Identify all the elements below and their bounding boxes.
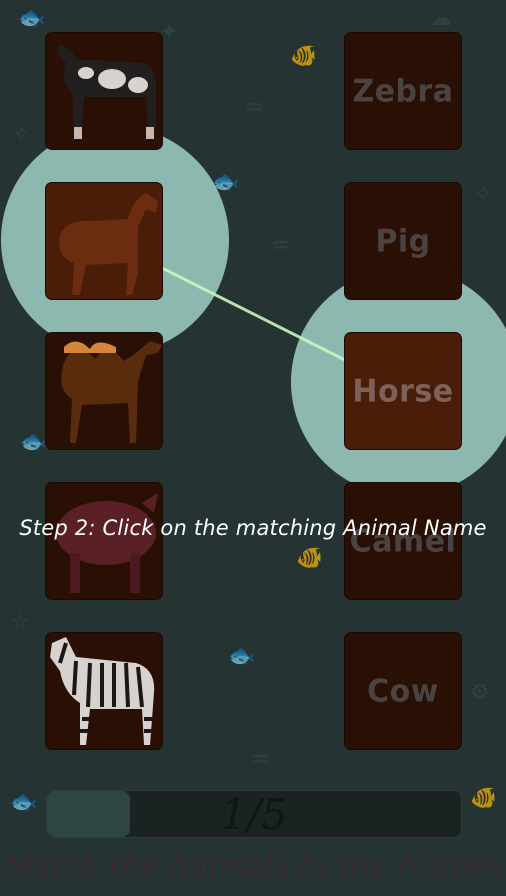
progress-bar: 1/5 [46, 790, 462, 838]
animal-card-pig[interactable] [46, 483, 162, 599]
name-card-label: Horse [352, 372, 454, 410]
animal-card-camel[interactable] [46, 333, 162, 449]
name-card-zebra[interactable]: Zebra [345, 33, 461, 149]
name-card-label: Zebra [352, 72, 454, 110]
horse-icon [59, 193, 158, 295]
name-card-label: Pig [375, 222, 431, 260]
name-card-camel[interactable]: Camel [345, 483, 461, 599]
name-card-horse[interactable]: Horse [345, 333, 461, 449]
animal-card-zebra[interactable] [46, 633, 162, 749]
name-card-pig[interactable]: Pig [345, 183, 461, 299]
game-title: Match the Animals to the Names [2, 848, 504, 883]
pig-icon [56, 493, 158, 593]
animal-card-horse[interactable] [46, 183, 162, 299]
cow-icon [58, 45, 156, 139]
camel-icon [61, 341, 162, 443]
zebra-icon [50, 637, 155, 745]
progress-text: 1/5 [220, 790, 288, 838]
name-card-label: Cow [367, 672, 439, 710]
name-card-cow[interactable]: Cow [345, 633, 461, 749]
tutorial-instruction: Step 2: Click on the matching Animal Nam… [19, 516, 487, 540]
animal-card-cow[interactable] [46, 33, 162, 149]
game-board: 🐟 ☁ ✦ 🐠 ♒ ✧ 🐟 ♒ ✧ 🐟 🐠 ☆ 🐟 ⚙ 🐟 🐠 ♒ Zebra … [0, 0, 506, 896]
